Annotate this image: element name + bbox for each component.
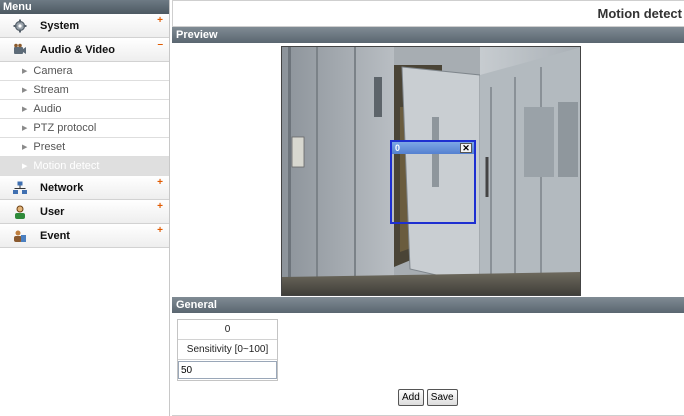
audio-video-icon bbox=[13, 43, 27, 57]
add-button[interactable]: Add bbox=[398, 389, 424, 406]
expand-icon[interactable]: + bbox=[157, 226, 163, 236]
general-area: 0 Sensitivity [0~100] Add Save bbox=[172, 313, 684, 416]
sensitivity-label: Sensitivity [0~100] bbox=[178, 340, 277, 360]
save-button[interactable]: Save bbox=[426, 389, 458, 406]
sensitivity-cell bbox=[178, 360, 277, 380]
sidebar-subitem-motion-detect[interactable]: ▶ Motion detect bbox=[0, 157, 169, 176]
expand-icon[interactable]: + bbox=[157, 178, 163, 188]
sidebar-subitem-stream[interactable]: ▶ Stream bbox=[0, 81, 169, 100]
preview-area: 0 ✕ bbox=[172, 43, 684, 297]
sidebar-subitem-label: Audio bbox=[33, 103, 62, 115]
chevron-right-icon: ▶ bbox=[22, 163, 28, 170]
sidebar-subitem-label: Motion detect bbox=[33, 160, 100, 172]
collapse-icon[interactable]: – bbox=[157, 40, 163, 50]
chevron-right-icon: ▶ bbox=[22, 144, 28, 151]
sidebar-subitem-label: PTZ protocol bbox=[33, 122, 97, 134]
sensitivity-input[interactable] bbox=[178, 361, 277, 379]
sidebar-subitem-label: Stream bbox=[33, 84, 69, 96]
network-icon bbox=[13, 181, 27, 195]
sidebar-item-audio-video[interactable]: Audio & Video – bbox=[0, 38, 169, 62]
sidebar-item-label: System bbox=[40, 19, 80, 32]
button-group: Add Save bbox=[398, 389, 458, 406]
sidebar-item-event[interactable]: Event + bbox=[0, 224, 169, 248]
motion-detect-region[interactable]: 0 ✕ bbox=[390, 140, 476, 224]
close-icon[interactable]: ✕ bbox=[460, 143, 472, 153]
page-title: Motion detect bbox=[597, 6, 683, 21]
sidebar-item-network[interactable]: Network + bbox=[0, 176, 169, 200]
sidebar-subitem-camera[interactable]: ▶ Camera bbox=[0, 62, 169, 81]
sidebar-item-label: Event bbox=[40, 229, 70, 242]
general-section-header: General bbox=[172, 297, 684, 313]
chevron-right-icon: ▶ bbox=[22, 68, 28, 75]
chevron-right-icon: ▶ bbox=[22, 106, 28, 113]
event-icon bbox=[13, 229, 27, 243]
app-window: Menu System + Audio & Video – ▶ Camera ▶ S… bbox=[0, 0, 684, 416]
menu-header: Menu bbox=[0, 0, 169, 14]
expand-icon[interactable]: + bbox=[157, 16, 163, 26]
main-content: Motion detect Preview 0 ✕ General 0 Sens… bbox=[172, 0, 684, 416]
sidebar-subitem-ptz-protocol[interactable]: ▶ PTZ protocol bbox=[0, 119, 169, 138]
system-icon bbox=[13, 19, 27, 33]
user-icon bbox=[13, 205, 27, 219]
chevron-right-icon: ▶ bbox=[22, 125, 28, 132]
sidebar-item-label: User bbox=[40, 205, 65, 218]
table-column-header: 0 bbox=[178, 320, 277, 340]
sidebar-subitem-label: Preset bbox=[33, 141, 66, 153]
region-id: 0 bbox=[395, 143, 401, 153]
expand-icon[interactable]: + bbox=[157, 202, 163, 212]
chevron-right-icon: ▶ bbox=[22, 87, 28, 94]
region-header[interactable]: 0 ✕ bbox=[392, 142, 474, 154]
sidebar-subitem-audio[interactable]: ▶ Audio bbox=[0, 100, 169, 119]
sidebar-subitem-label: Camera bbox=[33, 65, 73, 77]
preview-section-header: Preview bbox=[172, 27, 684, 43]
sidebar-item-system[interactable]: System + bbox=[0, 14, 169, 38]
title-bar: Motion detect bbox=[172, 0, 684, 27]
sensitivity-table: 0 Sensitivity [0~100] bbox=[177, 319, 278, 381]
sidebar-item-user[interactable]: User + bbox=[0, 200, 169, 224]
sidebar-item-label: Audio & Video bbox=[40, 43, 115, 56]
sidebar-item-label: Network bbox=[40, 181, 84, 194]
sidebar-subitem-preset[interactable]: ▶ Preset bbox=[0, 138, 169, 157]
sidebar-menu: Menu System + Audio & Video – ▶ Camera ▶ S… bbox=[0, 0, 170, 416]
